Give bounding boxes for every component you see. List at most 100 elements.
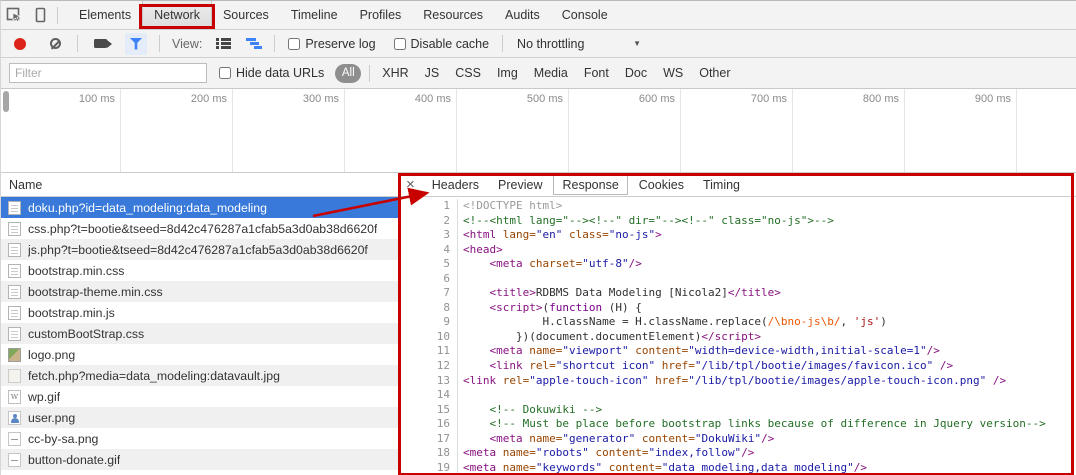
filter-type-media[interactable]: Media [534, 66, 568, 80]
record-icon[interactable] [14, 38, 26, 50]
ruler-tick-label: 300 ms [269, 93, 339, 105]
tab-audits[interactable]: Audits [494, 1, 551, 29]
device-toolbar-icon[interactable] [27, 2, 53, 28]
request-row[interactable]: bootstrap.min.css [1, 260, 399, 281]
request-name: css.php?t=bootie&tseed=8d42c476287a1cfab… [28, 222, 377, 236]
code-token: /> [927, 344, 940, 357]
filter-toggle-button[interactable] [125, 33, 147, 55]
hide-data-urls-checkbox[interactable]: Hide data URLs [219, 66, 324, 80]
code-line: <!DOCTYPE html> [463, 199, 1076, 214]
timeline-overview[interactable]: 100 ms200 ms300 ms400 ms500 ms600 ms700 … [1, 89, 1076, 173]
hide-data-urls-input[interactable] [219, 67, 231, 79]
disable-cache-input[interactable] [394, 38, 406, 50]
waterfall-view-icon[interactable] [246, 38, 262, 49]
line-number: 3 [400, 228, 450, 243]
request-row[interactable]: customBootStrap.css [1, 323, 399, 344]
request-row[interactable]: bootstrap.min.js [1, 302, 399, 323]
request-row[interactable]: js.php?t=bootie&tseed=8d42c476287a1cfab5… [1, 239, 399, 260]
request-list-pane: Name doku.php?id=data_modeling:data_mode… [1, 173, 399, 475]
code-token: <meta [463, 461, 496, 474]
line-number: 15 [400, 403, 450, 418]
inspect-element-icon[interactable] [1, 2, 27, 28]
disable-cache-checkbox[interactable]: Disable cache [394, 37, 490, 51]
code-token: /> [761, 432, 774, 445]
tab-console[interactable]: Console [551, 1, 619, 29]
filter-type-other[interactable]: Other [699, 66, 730, 80]
filter-input[interactable] [9, 63, 207, 83]
request-detail-pane: × HeadersPreviewResponseCookiesTiming 12… [399, 173, 1076, 475]
code-line: <head> [463, 243, 1076, 258]
code-token: <meta [490, 257, 523, 270]
ruler-tick-label: 100 ms [45, 93, 115, 105]
code-token: charset= [523, 257, 583, 270]
overview-scrollbar-thumb[interactable] [3, 91, 9, 112]
preserve-log-checkbox[interactable]: Preserve log [288, 37, 375, 51]
detail-tab-cookies[interactable]: Cookies [631, 176, 692, 194]
close-icon[interactable]: × [406, 177, 415, 192]
clear-icon[interactable] [50, 38, 61, 49]
request-row[interactable]: logo.png [1, 344, 399, 365]
doc-icon [8, 285, 21, 299]
request-list: doku.php?id=data_modeling:data_modelingc… [1, 197, 399, 475]
ruler-tick-label: 500 ms [493, 93, 563, 105]
request-row[interactable]: button-donate.gif [1, 449, 399, 470]
code-token: content= [602, 461, 662, 474]
code-token: "index,follow" [648, 446, 741, 459]
filter-type-font[interactable]: Font [584, 66, 609, 80]
filter-type-img[interactable]: Img [497, 66, 518, 80]
request-row[interactable]: user.png [1, 407, 399, 428]
img-logo-icon [8, 348, 21, 362]
code-line: <!-- Must be place before bootstrap link… [463, 417, 1076, 432]
filter-type-buttons: XHR JS CSS Img Media Font Doc WS Other [374, 66, 738, 80]
name-column-header[interactable]: Name [1, 173, 399, 197]
request-name: fetch.php?media=data_modeling:datavault.… [28, 369, 280, 383]
filter-type-css[interactable]: CSS [455, 66, 481, 80]
preserve-log-label: Preserve log [305, 37, 375, 51]
request-row[interactable]: bootstrap-theme.min.css [1, 281, 399, 302]
ruler-gridline [456, 89, 457, 172]
request-row[interactable]: doku.php?id=data_modeling:data_modeling [1, 197, 399, 218]
tab-timeline[interactable]: Timeline [280, 1, 349, 29]
detail-tab-headers[interactable]: Headers [424, 176, 487, 194]
doc-icon [8, 222, 21, 236]
filter-type-xhr[interactable]: XHR [382, 66, 408, 80]
code-token [463, 344, 490, 357]
preserve-log-input[interactable] [288, 38, 300, 50]
detail-tab-preview[interactable]: Preview [490, 176, 550, 194]
request-row[interactable]: css.php?t=bootie&tseed=8d42c476287a1cfab… [1, 218, 399, 239]
line-number: 18 [400, 446, 450, 461]
request-row[interactable]: fetch.php?media=data_modeling:datavault.… [1, 365, 399, 386]
line-number: 17 [400, 432, 450, 447]
tab-network[interactable]: Network [142, 1, 212, 29]
code-token [463, 417, 490, 430]
screencast-icon[interactable] [94, 39, 107, 48]
code-line: })(document.documentElement)</script> [463, 330, 1076, 345]
filter-type-ws[interactable]: WS [663, 66, 683, 80]
tab-sources[interactable]: Sources [212, 1, 280, 29]
request-name: js.php?t=bootie&tseed=8d42c476287a1cfab5… [28, 243, 368, 257]
list-view-icon[interactable] [216, 38, 231, 49]
filter-type-js[interactable]: JS [425, 66, 440, 80]
filter-bar: Hide data URLs All XHR JS CSS Img Media Font D… [1, 58, 1076, 89]
network-main-area: Name doku.php?id=data_modeling:data_mode… [1, 173, 1076, 475]
network-toolbar: View: Preserve log Disable cache No thro… [1, 30, 1076, 58]
tab-resources[interactable]: Resources [412, 1, 494, 29]
request-row[interactable]: cc-by-sa.png [1, 428, 399, 449]
code-token: <!--<html lang="--><!--" dir="--><!--" c… [463, 214, 834, 227]
main-tab-bar: ElementsNetworkSourcesTimelineProfilesRe… [1, 1, 1076, 30]
code-token [463, 257, 490, 270]
tab-profiles[interactable]: Profiles [349, 1, 413, 29]
throttling-dropdown[interactable]: No throttling ▼ [517, 37, 645, 51]
code-line: <html lang="en" class="no-js"> [463, 228, 1076, 243]
request-row[interactable]: wp.gif [1, 386, 399, 407]
code-token: H.className = H.className.replace( [463, 315, 768, 328]
detail-tab-response[interactable]: Response [553, 175, 627, 195]
filter-type-doc[interactable]: Doc [625, 66, 647, 80]
response-source-code[interactable]: <!DOCTYPE html><!--<html lang="--><!--" … [458, 199, 1076, 475]
code-token: "en" [536, 228, 563, 241]
code-token: lang= [496, 228, 536, 241]
tab-elements[interactable]: Elements [68, 1, 142, 29]
ruler-gridline [568, 89, 569, 172]
detail-tab-timing[interactable]: Timing [695, 176, 748, 194]
filter-all-button[interactable]: All [335, 64, 361, 83]
